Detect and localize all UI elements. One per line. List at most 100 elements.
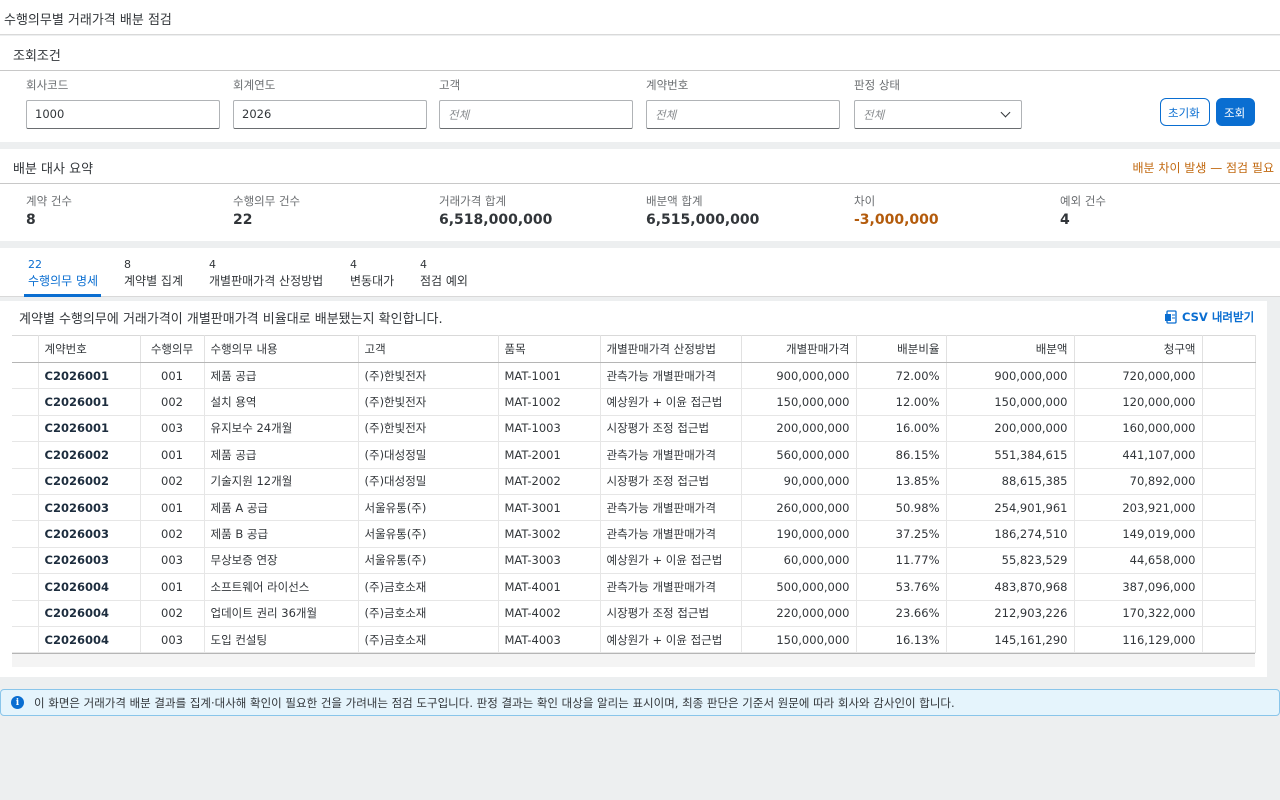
filler-cell	[1202, 388, 1256, 416]
reset-button[interactable]: 초기화	[1160, 98, 1210, 126]
column-header[interactable]: 배분액	[946, 335, 1075, 363]
row-selector[interactable]	[12, 547, 39, 575]
horizontal-scrollbar[interactable]	[12, 653, 1255, 667]
tab-count: 4	[420, 258, 427, 271]
table-row[interactable]: C2026003 001 제품 A 공급 서울유통(주) MAT-3001 관측가능 개별…	[12, 494, 1256, 522]
table-cell: (주)대성정밀	[358, 441, 499, 469]
table-cell: 관측가능 개별판매가격	[600, 520, 742, 548]
row-selector[interactable]	[12, 468, 39, 495]
tab-contract-summary[interactable]: 8 계약별 집계	[124, 258, 183, 297]
table-cell: 23.66%	[856, 600, 947, 627]
tab-exceptions[interactable]: 4 점검 예외	[420, 258, 468, 297]
row-selector[interactable]	[12, 520, 39, 548]
table-cell: 70,892,000	[1074, 468, 1203, 495]
table-cell: 12.00%	[856, 388, 947, 416]
filler-cell	[1202, 600, 1256, 627]
table-row[interactable]: C2026002 001 제품 공급 (주)대성정밀 MAT-2001 관측가능 개별판매…	[12, 441, 1256, 469]
kpi-label: 수행의무 건수	[233, 194, 301, 208]
column-header[interactable]: 계약번호	[38, 335, 141, 363]
table-cell: (주)금호소재	[358, 573, 499, 601]
tab-obligation-detail[interactable]: 22 수행의무 명세	[23, 258, 102, 297]
column-header[interactable]: 개별판매가격	[741, 335, 857, 363]
row-selector[interactable]	[12, 626, 39, 654]
table-cell: 116,129,000	[1074, 626, 1203, 654]
table-cell: (주)금호소재	[358, 626, 499, 654]
table-header-row: 계약번호 수행의무 수행의무 내용 고객 품목 개별판매가격 산정방법 개별판매…	[12, 335, 1256, 363]
table-cell: (주)한빛전자	[358, 415, 499, 443]
customer-input[interactable]: 전체	[439, 100, 633, 129]
table-cell: 16.00%	[856, 415, 947, 443]
row-selector[interactable]	[12, 415, 39, 443]
table-row[interactable]: C2026001 001 제품 공급 (주)한빛전자 MAT-1001 관측가능 개별판매…	[12, 362, 1256, 390]
filler-cell	[1202, 468, 1256, 495]
column-header[interactable]: 배분비율	[856, 335, 947, 363]
info-message-text: 이 화면은 거래가격 배분 결과를 집계·대사해 확인이 필요한 건을 가려내는…	[34, 695, 955, 710]
table-cell: 260,000,000	[741, 494, 857, 522]
csv-download-button[interactable]: CSV 내려받기	[1164, 309, 1254, 325]
table-row[interactable]: C2026003 003 무상보증 연장 서울유통(주) MAT-3003 예상원가 + …	[12, 547, 1256, 575]
table-cell: 유지보수 24개월	[204, 415, 359, 443]
table-cell: (주)대성정밀	[358, 468, 499, 495]
table-cell: 001	[140, 494, 205, 522]
table-cell: 11.77%	[856, 547, 947, 575]
table-cell: MAT-1003	[498, 415, 601, 443]
table-cell: 002	[140, 600, 205, 627]
table-cell: MAT-1002	[498, 388, 601, 416]
tab-label: 변동대가	[350, 274, 395, 288]
table-row[interactable]: C2026004 001 소프트웨어 라이선스 (주)금호소재 MAT-4001 관측가능…	[12, 573, 1256, 601]
filler-cell	[1202, 362, 1256, 390]
status-select[interactable]: 전체	[854, 100, 1022, 129]
row-selector[interactable]	[12, 573, 39, 601]
column-header[interactable]: 개별판매가격 산정방법	[600, 335, 742, 363]
filler-cell	[1202, 415, 1256, 443]
table-cell: 55,823,529	[946, 547, 1075, 575]
filter-panel: 조회조건 회사코드 1000 회계연도 2026 고객 전체 계약번호 전체 판…	[0, 36, 1280, 142]
table-cell: 44,658,000	[1074, 547, 1203, 575]
table-cell: 업데이트 권리 36개월	[204, 600, 359, 627]
column-header[interactable]: 수행의무	[140, 335, 205, 363]
table-cell: 시장평가 조정 접근법	[600, 600, 742, 627]
row-selector[interactable]	[12, 388, 39, 416]
allocation-warning: 배분 차이 발생 — 점검 필요	[1132, 161, 1274, 175]
column-header[interactable]: 수행의무 내용	[204, 335, 359, 363]
table-cell: 서울유통(주)	[358, 547, 499, 575]
table-cell: 시장평가 조정 접근법	[600, 415, 742, 443]
table-row[interactable]: C2026004 002 업데이트 권리 36개월 (주)금호소재 MAT-4002 시장…	[12, 600, 1256, 627]
tab-variable-consideration[interactable]: 4 변동대가	[350, 258, 394, 297]
table-cell: 254,901,961	[946, 494, 1075, 522]
table-cell: MAT-1001	[498, 362, 601, 390]
table-cell: 90,000,000	[741, 468, 857, 495]
row-selector[interactable]	[12, 600, 39, 627]
status-select-value: 전체	[863, 107, 885, 122]
table-row[interactable]: C2026003 002 제품 B 공급 서울유통(주) MAT-3002 관측가능 개별…	[12, 520, 1256, 548]
table-cell: 도입 컨설팅	[204, 626, 359, 654]
tab-ssp-method[interactable]: 4 개별판매가격 산정방법	[209, 258, 323, 297]
chevron-down-icon	[1000, 107, 1011, 118]
row-selector[interactable]	[12, 362, 39, 390]
table-cell: 제품 공급	[204, 441, 359, 469]
summary-section-title: 배분 대사 요약	[13, 162, 94, 177]
tab-count: 4	[350, 258, 357, 271]
kpi-value: 8	[26, 212, 36, 228]
column-header[interactable]: 품목	[498, 335, 601, 363]
table-cell: 001	[140, 362, 205, 390]
column-header[interactable]: 고객	[358, 335, 499, 363]
search-button[interactable]: 조회	[1216, 98, 1255, 126]
table-row[interactable]: C2026004 003 도입 컨설팅 (주)금호소재 MAT-4003 예상원가 + 이…	[12, 626, 1256, 654]
table-row[interactable]: C2026001 003 유지보수 24개월 (주)한빛전자 MAT-1003 시장평가 …	[12, 415, 1256, 443]
company-code-input[interactable]: 1000	[26, 100, 220, 129]
fiscal-year-input[interactable]: 2026	[233, 100, 427, 129]
column-header[interactable]: 청구액	[1074, 335, 1203, 363]
table-cell: C2026002	[38, 468, 141, 495]
table-cell: 관측가능 개별판매가격	[600, 494, 742, 522]
company-code-label: 회사코드	[26, 78, 69, 92]
table-row[interactable]: C2026002 002 기술지원 12개월 (주)대성정밀 MAT-2002 시장평가 …	[12, 468, 1256, 495]
row-selector[interactable]	[12, 494, 39, 522]
contract-no-input[interactable]: 전체	[646, 100, 840, 129]
table-row[interactable]: C2026001 002 설치 용역 (주)한빛전자 MAT-1002 예상원가 + 이윤…	[12, 388, 1256, 416]
table-cell: 002	[140, 520, 205, 548]
table-cell: 441,107,000	[1074, 441, 1203, 469]
row-selector[interactable]	[12, 441, 39, 469]
filler-cell	[1202, 573, 1256, 601]
obligation-table-panel: 계약별 수행의무에 거래가격이 개별판매가격 비율대로 배분됐는지 확인합니다.…	[0, 301, 1267, 677]
